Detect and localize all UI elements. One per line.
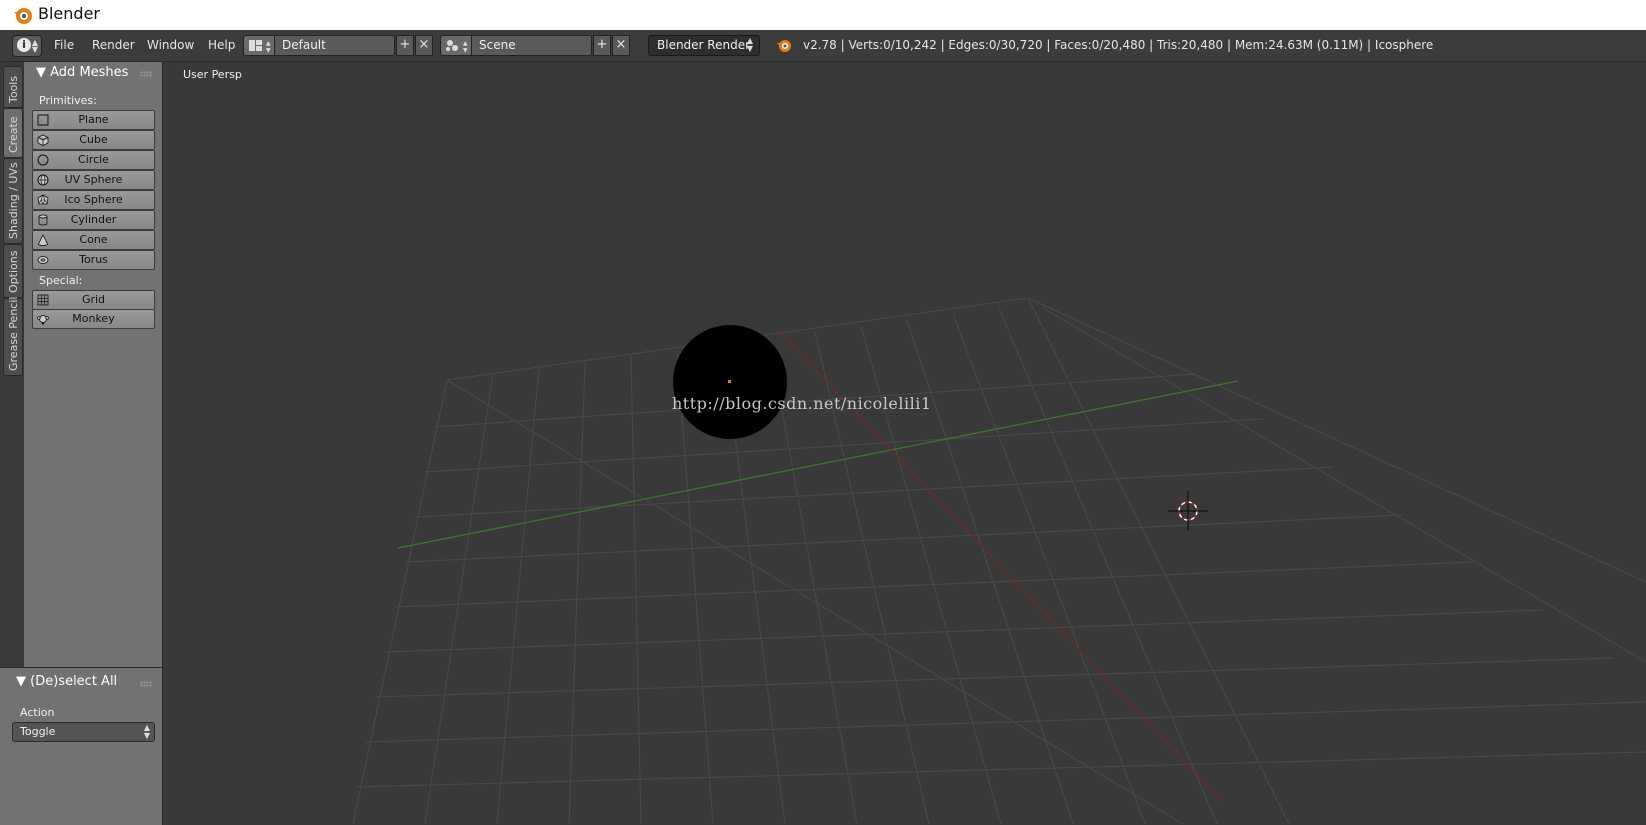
menu-help[interactable]: Help bbox=[208, 38, 235, 52]
add-cube-button[interactable]: Cube bbox=[32, 130, 155, 150]
watermark-text: http://blog.csdn.net/nicolelili1 bbox=[672, 394, 932, 413]
svg-text:▼: ▼ bbox=[463, 47, 468, 54]
window-title: Blender bbox=[38, 4, 100, 23]
3d-viewport[interactable]: User Persp http://blog.csdn.net/nicoleli… bbox=[163, 62, 1646, 824]
menu-file[interactable]: File bbox=[54, 38, 74, 52]
primitives-label: Primitives: bbox=[39, 94, 97, 107]
action-label: Action bbox=[20, 706, 55, 719]
add-circle-button[interactable]: Circle bbox=[32, 150, 155, 170]
scene-field[interactable]: ▲ ▼ Scene bbox=[440, 35, 592, 56]
panel-grip-icon[interactable] bbox=[140, 681, 152, 687]
svg-text:▲: ▲ bbox=[463, 40, 468, 47]
info-header: i ▲ ▼ File Render Window Help ▲ ▼ Default … bbox=[0, 30, 1646, 62]
editor-type-button[interactable]: i ▲ ▼ bbox=[12, 35, 42, 57]
svg-text:▼: ▼ bbox=[266, 47, 271, 54]
add-scene-button[interactable]: + bbox=[593, 35, 611, 56]
view-label: User Persp bbox=[183, 68, 242, 81]
grid-lines bbox=[352, 297, 1646, 824]
action-select[interactable]: Toggle ▲ ▼ bbox=[12, 722, 155, 742]
window-titlebar: Blender bbox=[0, 0, 1646, 30]
updown-arrows-icon: ▲ ▼ bbox=[31, 38, 38, 54]
tab-create[interactable]: Create bbox=[3, 108, 23, 158]
panel-grip-icon[interactable] bbox=[140, 71, 152, 77]
render-engine-label[interactable]: Blender Render bbox=[657, 38, 750, 52]
add-layout-button[interactable]: + bbox=[396, 35, 414, 56]
scene-statistics: v2.78 | Verts:0/10,242 | Edges:0/30,720 … bbox=[803, 38, 1434, 52]
delete-scene-button[interactable]: × bbox=[612, 35, 630, 56]
add-grid-button[interactable]: Grid bbox=[32, 290, 155, 310]
scene-icon[interactable]: ▲ ▼ bbox=[441, 36, 472, 55]
add-monkey-button[interactable]: Monkey bbox=[32, 309, 155, 329]
special-label: Special: bbox=[39, 274, 83, 287]
add-cone-button[interactable]: Cone bbox=[32, 230, 155, 250]
updown-arrows-icon: ▲ ▼ bbox=[746, 36, 753, 53]
svg-text:▲: ▲ bbox=[266, 40, 271, 47]
info-icon: i bbox=[17, 38, 31, 52]
add-cylinder-button[interactable]: Cylinder bbox=[32, 210, 155, 230]
add-meshes-panel-header[interactable]: ▼ Add Meshes bbox=[36, 65, 128, 80]
3d-cursor-icon[interactable] bbox=[1168, 491, 1208, 531]
tab-options[interactable]: Options bbox=[3, 244, 23, 298]
add-plane-button[interactable]: Plane bbox=[32, 110, 155, 130]
delete-layout-button[interactable]: × bbox=[415, 35, 433, 56]
screen-layout-icon[interactable]: ▲ ▼ bbox=[244, 36, 275, 55]
blender-logo-icon bbox=[14, 8, 32, 24]
blender-logo-icon bbox=[777, 40, 791, 52]
operator-panel: ▼ (De)select All Action Toggle ▲ ▼ bbox=[0, 667, 163, 825]
tool-shelf: ▼ Add Meshes Primitives: Plane Cube Circ… bbox=[24, 62, 163, 667]
scene-name[interactable]: Scene bbox=[479, 38, 516, 52]
render-engine-select[interactable]: Blender Render ▲ ▼ bbox=[648, 35, 760, 56]
tab-shading-uvs[interactable]: Shading / UVs bbox=[3, 158, 23, 244]
add-ico-sphere-button[interactable]: Ico Sphere bbox=[32, 190, 155, 210]
screen-layout-name[interactable]: Default bbox=[282, 38, 326, 52]
menu-render[interactable]: Render bbox=[92, 38, 135, 52]
object-origin-dot bbox=[728, 380, 731, 383]
action-value[interactable]: Toggle bbox=[20, 725, 55, 738]
add-torus-button[interactable]: Torus bbox=[32, 250, 155, 270]
tab-tools[interactable]: Tools bbox=[3, 66, 23, 108]
menu-window[interactable]: Window bbox=[147, 38, 194, 52]
add-uv-sphere-button[interactable]: UV Sphere bbox=[32, 170, 155, 190]
updown-arrows-icon: ▲ ▼ bbox=[143, 723, 150, 740]
tab-grease-pencil[interactable]: Grease Pencil bbox=[3, 297, 23, 376]
viewport-grid bbox=[352, 297, 1646, 824]
screen-layout-field[interactable]: ▲ ▼ Default bbox=[243, 35, 395, 56]
operator-panel-header[interactable]: ▼ (De)select All bbox=[16, 674, 117, 689]
